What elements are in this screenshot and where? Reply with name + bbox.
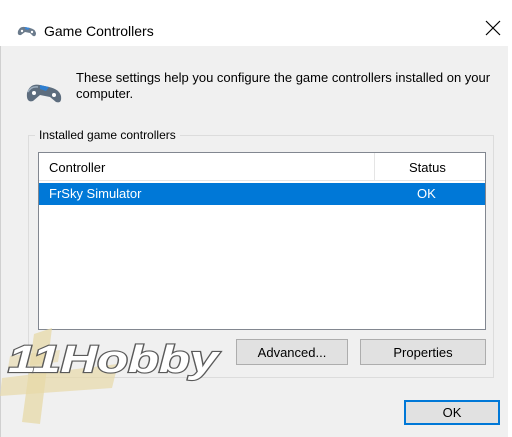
gamepad-icon (26, 84, 62, 103)
group-label: Installed game controllers (39, 128, 176, 142)
window-title: Game Controllers (44, 23, 154, 39)
window-border (0, 46, 1, 437)
ok-button[interactable]: OK (404, 400, 500, 425)
advanced-button[interactable]: Advanced... (236, 339, 348, 365)
gamepad-icon (17, 26, 36, 37)
list-header: Controller Status (39, 153, 485, 181)
title-bar: Game Controllers (0, 0, 512, 46)
properties-button[interactable]: Properties (360, 339, 486, 365)
close-icon (485, 20, 501, 36)
column-header-controller-label: Controller (49, 160, 106, 175)
column-header-controller[interactable]: Controller (39, 153, 375, 180)
column-header-status[interactable]: Status (375, 153, 485, 180)
table-row[interactable]: FrSky Simulator OK (39, 183, 485, 205)
info-text: These settings help you configure the ga… (76, 70, 491, 101)
controller-status: OK (417, 186, 436, 201)
controllers-list[interactable]: Controller Status FrSky Simulator OK (38, 152, 486, 330)
close-button[interactable] (480, 16, 506, 40)
controller-name: FrSky Simulator (49, 186, 142, 201)
column-header-status-label: Status (409, 160, 446, 175)
